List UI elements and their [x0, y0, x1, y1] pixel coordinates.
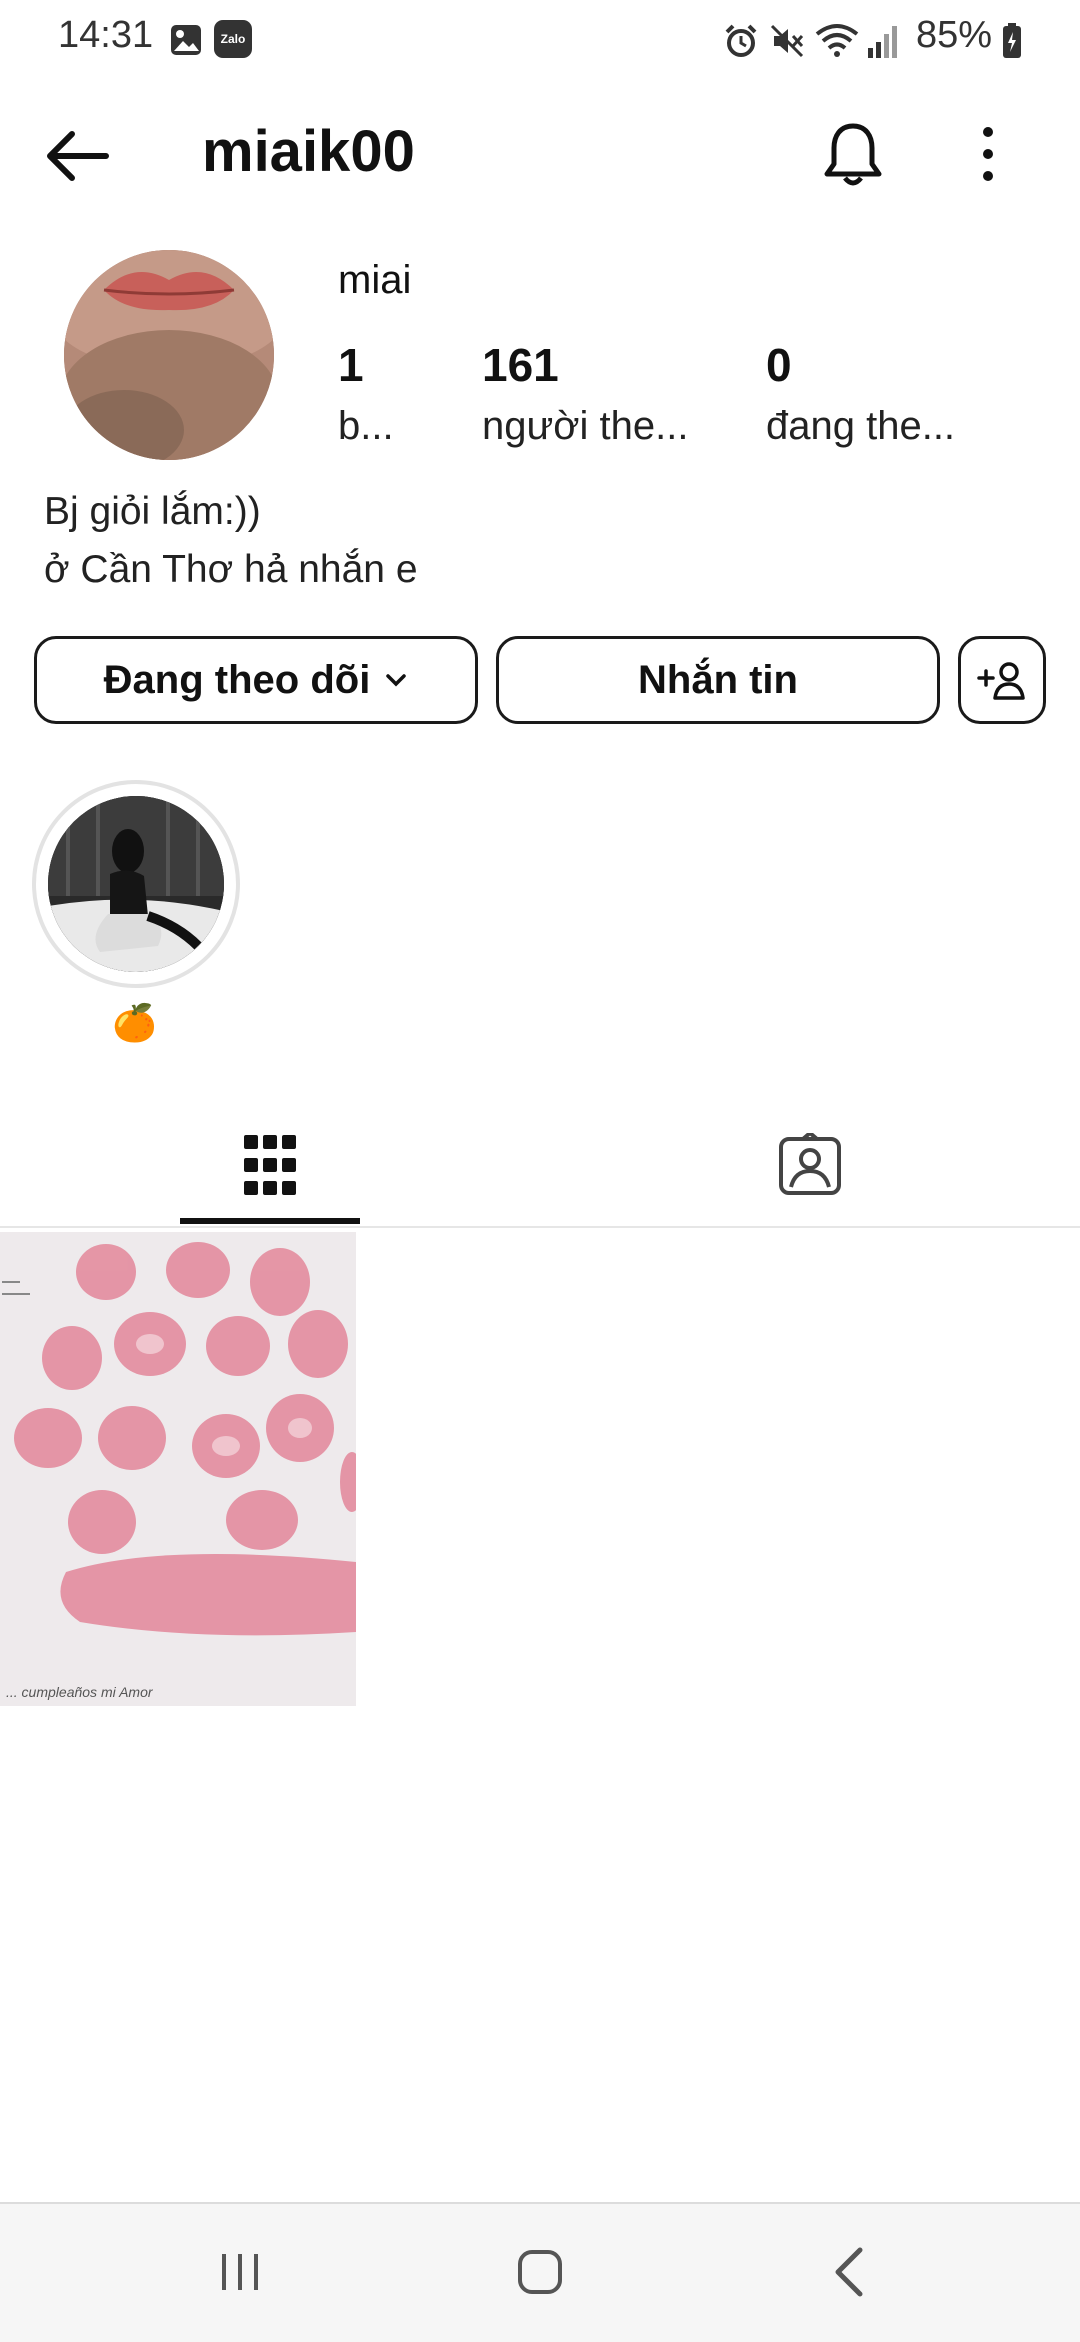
add-person-icon	[977, 662, 1025, 700]
following-count[interactable]: 0	[766, 338, 792, 392]
chevron-down-icon	[386, 674, 407, 687]
back-arrow-icon[interactable]	[42, 126, 112, 186]
lip-prints-photo	[0, 1232, 356, 1706]
following-button-label: Đang theo dõi	[103, 657, 371, 702]
bio-line-1: Bj giỏi lắm:))	[44, 490, 261, 533]
highlight-photo	[48, 796, 224, 972]
wifi-icon	[815, 24, 859, 57]
highlight-label[interactable]: 🍊	[112, 1002, 157, 1044]
following-dropdown-button[interactable]: Đang theo dõi	[34, 636, 478, 724]
zalo-icon-label: Zalo	[220, 32, 246, 46]
story-highlight-cover[interactable]	[48, 796, 224, 972]
display-name: miai	[338, 258, 412, 302]
suggest-people-button[interactable]	[958, 636, 1046, 724]
tabs-divider	[0, 1226, 1080, 1228]
message-button-label: Nhắn tin	[638, 657, 798, 702]
followers-label[interactable]: người the...	[482, 404, 688, 449]
status-bar: 14:31 Zalo 85%	[0, 0, 1080, 80]
tagged-icon	[779, 1133, 841, 1195]
active-tab-indicator	[180, 1218, 360, 1224]
following-label[interactable]: đang the...	[766, 404, 955, 449]
battery-percent: 85%	[915, 14, 992, 56]
posts-count[interactable]: 1	[338, 338, 364, 392]
post-caption: ... cumpleaños mi Amor	[6, 1684, 153, 1700]
bell-icon[interactable]	[820, 120, 886, 190]
followers-count[interactable]: 161	[482, 338, 559, 392]
avatar-photo	[64, 250, 274, 460]
status-time: 14:31	[58, 14, 154, 56]
grid-icon	[244, 1135, 296, 1195]
home-icon[interactable]	[516, 2248, 564, 2296]
battery-icon	[1003, 23, 1021, 58]
posts-label[interactable]: b...	[338, 404, 394, 449]
post-thumbnail[interactable]: ... cumpleaños mi Amor	[0, 1232, 356, 1706]
zalo-icon: Zalo	[214, 20, 252, 58]
bio-line-2: ở Cần Thơ hả nhắn e	[44, 548, 418, 591]
signal-icon	[868, 26, 897, 58]
tab-posts-grid[interactable]	[180, 1110, 360, 1220]
alarm-icon	[725, 24, 757, 57]
profile-username: miaik00	[202, 119, 415, 184]
mute-icon	[770, 24, 804, 58]
nav-back-icon[interactable]	[830, 2246, 866, 2298]
recent-apps-icon[interactable]	[216, 2250, 264, 2294]
gallery-icon	[171, 25, 201, 55]
more-options-icon[interactable]	[976, 122, 1000, 186]
message-button[interactable]: Nhắn tin	[496, 636, 940, 724]
tab-tagged[interactable]	[720, 1110, 900, 1220]
profile-avatar[interactable]	[64, 250, 274, 460]
system-navigation-bar	[0, 2202, 1080, 2342]
